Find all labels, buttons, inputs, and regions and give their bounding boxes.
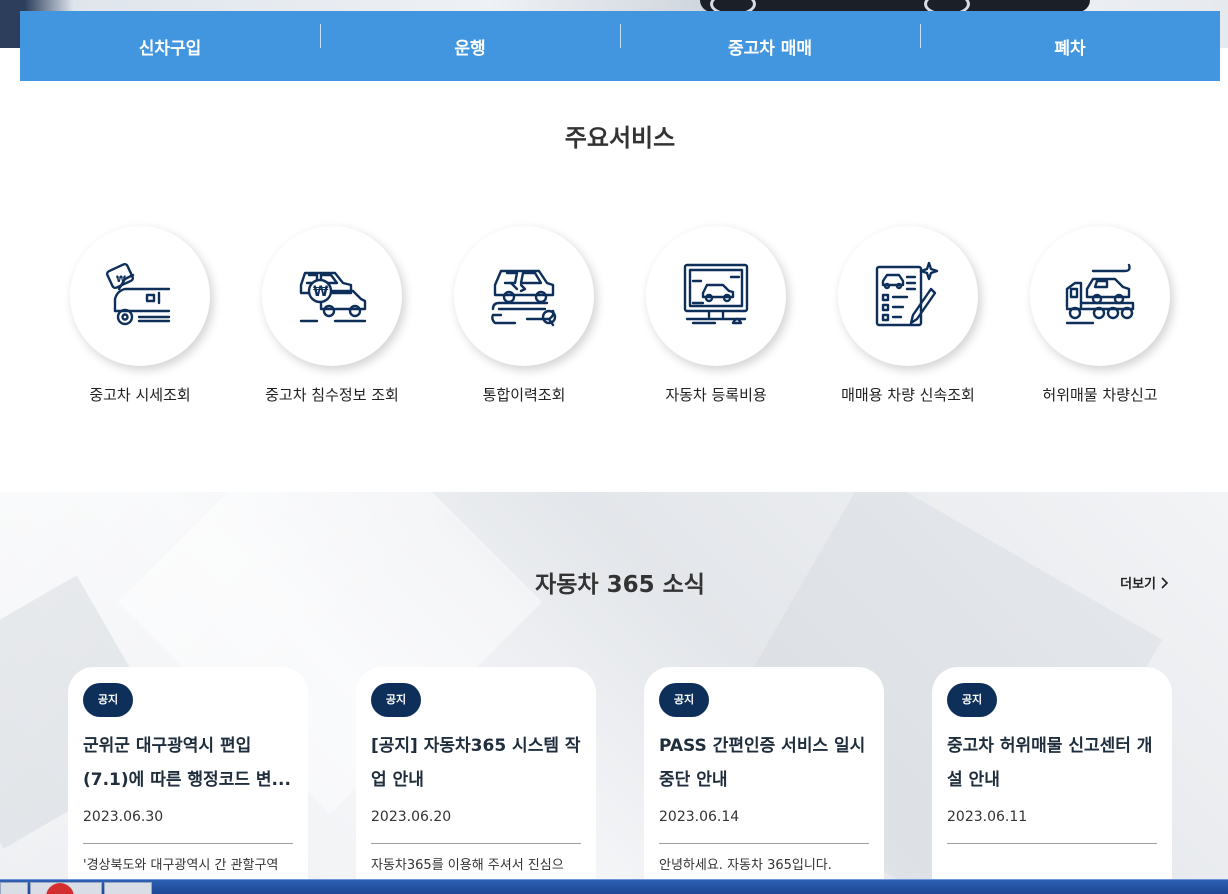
nav-item-used-car-trade[interactable]: 중고차 매매 [620,23,920,59]
notice-badge: 공지 [659,683,709,717]
monitor-car-icon [683,263,749,325]
service-circle [454,226,594,366]
divider [659,843,869,844]
service-label: 매매용 차량 신속조회 [841,386,975,404]
news-card[interactable]: 공지 중고차 허위매물 신고센터 개설 안내 2023.06.11 [932,667,1172,894]
car-repair-history-icon [491,269,557,327]
main-nav: 신차구입 운행 중고차 매매 폐차 [20,11,1220,81]
card-title[interactable]: [공지] 자동차365 시스템 작업 안내 [371,729,581,797]
news-cards: 공지 군위군 대구광역시 편입 (7.1)에 따른 행정코드 변... 2023… [68,667,1172,894]
more-link-label: 더보기 [1120,577,1156,592]
car-price-tag-icon: ₩ [106,262,171,326]
card-date: 2023.06.14 [659,809,740,825]
service-flood-info[interactable]: ₩ 중고차 침수정보 조회 [236,226,428,416]
more-link[interactable]: 더보기 [1120,573,1170,592]
service-label: 중고차 침수정보 조회 [265,386,399,404]
service-circle: ₩ [262,226,402,366]
services-list: ₩ 중고차 시세조회 ₩ 중고차 침수정보 조회 통합이력조회 자동차 등록비용… [44,226,1196,416]
card-date: 2023.06.30 [83,809,164,825]
nav-item-new-car[interactable]: 신차구입 [20,34,320,59]
news-card[interactable]: 공지 PASS 간편인증 서비스 일시 중단 안내 2023.06.14 안녕하… [644,667,884,894]
service-label: 통합이력조회 [482,386,566,404]
service-registration-fee[interactable]: 자동차 등록비용 [620,226,812,416]
notice-badge: 공지 [83,683,133,717]
card-summary: 자동차365를 이용해 주셔서 진심으 [371,858,564,873]
card-title[interactable]: PASS 간편인증 서비스 일시 중단 안내 [659,729,869,797]
news-section-title: 자동차 365 소식 [535,572,705,598]
service-quick-lookup[interactable]: 매매용 차량 신속조회 [812,226,1004,416]
news-section: 자동차 365 소식 더보기 공지 군위군 대구광역시 편입 (7.1)에 따른… [0,492,1228,894]
service-label: 자동차 등록비용 [665,386,767,404]
chevron-right-icon [1161,576,1169,589]
page: 신차구입 운행 중고차 매매 폐차 주요서비스 ₩ 중고차 시세조회 ₩ 중고차… [0,0,1228,894]
card-title[interactable]: 군위군 대구광역시 편입 (7.1)에 따른 행정코드 변... [83,729,293,797]
nav-item-driving[interactable]: 운행 [320,23,620,59]
card-date: 2023.06.11 [947,809,1028,825]
news-card[interactable]: 공지 [공지] 자동차365 시스템 작업 안내 2023.06.20 자동차3… [356,667,596,894]
service-false-listing-report[interactable]: 허위매물 차량신고 [1004,226,1196,416]
news-card[interactable]: 공지 군위군 대구광역시 편입 (7.1)에 따른 행정코드 변... 2023… [68,667,308,894]
notice-badge: 공지 [371,683,421,717]
service-circle [646,226,786,366]
tow-truck-icon [1065,263,1135,325]
card-date: 2023.06.20 [371,809,452,825]
document-checklist-icon [875,261,939,327]
flooded-car-search-icon: ₩ [299,271,367,323]
service-circle: ₩ [70,226,210,366]
notice-badge: 공지 [947,683,997,717]
divider [947,843,1157,844]
service-circle [1030,226,1170,366]
divider [371,843,581,844]
service-label: 허위매물 차량신고 [1042,386,1158,404]
service-label: 중고차 시세조회 [89,386,191,404]
card-summary: 안녕하세요. 자동차 365입니다. [659,858,832,873]
taskbar-button[interactable] [0,882,28,894]
services-section-title: 주요서비스 [564,124,676,152]
service-integrated-history[interactable]: 통합이력조회 [428,226,620,416]
svg-text:₩: ₩ [313,284,329,300]
nav-item-scrap[interactable]: 폐차 [920,23,1220,59]
taskbar-button[interactable] [104,882,152,894]
divider [83,843,293,844]
card-title[interactable]: 중고차 허위매물 신고센터 개설 안내 [947,729,1157,797]
service-used-car-price[interactable]: ₩ 중고차 시세조회 [44,226,236,416]
os-taskbar [0,879,1228,894]
service-circle [838,226,978,366]
card-summary: '경상북도와 대구광역시 간 관할구역 [83,858,279,873]
